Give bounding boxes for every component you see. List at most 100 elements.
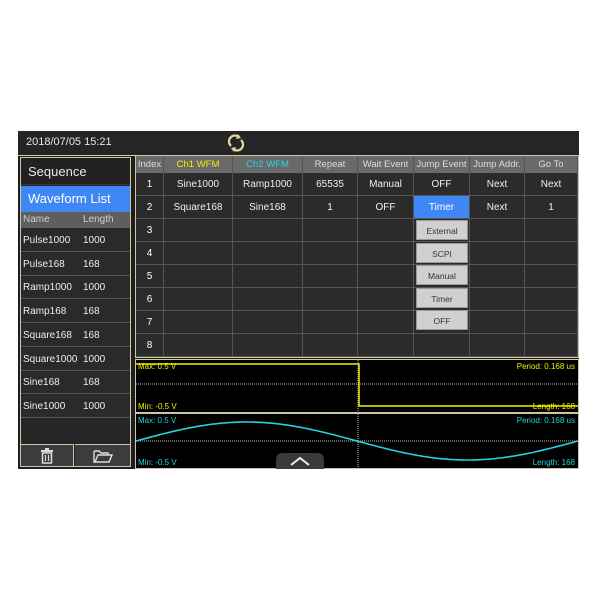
table-cell-repeat[interactable]: 1	[303, 196, 358, 219]
table-cell-wait-event[interactable]	[358, 219, 414, 242]
table-cell-jump-addr[interactable]	[470, 219, 525, 242]
waveform-name: Ramp168	[23, 306, 67, 318]
table-cell-ch2-wfm[interactable]	[233, 242, 303, 265]
table-cell-wait-event[interactable]	[358, 242, 414, 265]
table-cell-go-to[interactable]	[525, 219, 578, 242]
table-cell-ch1-wfm[interactable]	[164, 242, 233, 265]
table-cell-repeat[interactable]: 65535	[303, 173, 358, 196]
row-index: 3	[136, 219, 164, 242]
table-cell-go-to[interactable]	[525, 265, 578, 288]
table-cell-go-to[interactable]	[525, 311, 578, 334]
waveform-list-item[interactable]: Pulse168 168	[21, 252, 130, 276]
table-cell-jump-event[interactable]	[414, 334, 470, 357]
table-cell-jump-addr[interactable]: Next	[470, 173, 525, 196]
waveform-length: 168	[83, 258, 100, 270]
left-panel: Sequence Waveform List Name Length Pulse…	[20, 157, 131, 467]
table-cell-ch1-wfm[interactable]	[164, 219, 233, 242]
table-cell-ch2-wfm[interactable]	[233, 334, 303, 357]
waveform-name: Square168	[23, 329, 72, 341]
waveform-list-tab[interactable]: Waveform List	[21, 186, 130, 212]
table-cell-jump-addr[interactable]	[470, 311, 525, 334]
awg-screen: 2018/07/05 15:21 Sequence Waveform List …	[18, 131, 579, 469]
table-cell-jump-addr[interactable]	[470, 242, 525, 265]
left-panel-buttons	[21, 444, 130, 466]
table-cell-wait-event[interactable]	[358, 288, 414, 311]
ch1-period-label: Period: 0.168 us	[516, 362, 575, 371]
table-cell-ch1-wfm[interactable]	[164, 265, 233, 288]
sequence-tab[interactable]: Sequence	[21, 158, 130, 185]
table-cell-jump-addr[interactable]	[470, 334, 525, 357]
table-cell-ch1-wfm[interactable]	[164, 288, 233, 311]
table-cell-jump-event[interactable]: OFF	[414, 173, 470, 196]
column-name: Name	[23, 214, 50, 225]
dropdown-option-off[interactable]: OFF	[416, 310, 468, 331]
trash-icon	[41, 447, 53, 464]
table-cell-repeat[interactable]	[303, 288, 358, 311]
ch1-max-label: Max: 0.5 V	[138, 362, 177, 371]
table-cell-wait-event[interactable]	[358, 311, 414, 334]
table-cell-repeat[interactable]	[303, 242, 358, 265]
waveform-list-item[interactable]: Square168 168	[21, 323, 130, 347]
table-cell-ch1-wfm[interactable]: Sine1000	[164, 173, 233, 196]
table-cell-repeat[interactable]	[303, 265, 358, 288]
table-cell-jump-addr[interactable]: Next	[470, 196, 525, 219]
table-cell-wait-event[interactable]: Manual	[358, 173, 414, 196]
waveform-list-item[interactable]: Sine168 168	[21, 371, 130, 395]
column-header-ch2-wfm: Ch2 WFM	[233, 156, 303, 173]
dropdown-option-external[interactable]: External	[416, 220, 468, 240]
table-cell-go-to[interactable]	[525, 288, 578, 311]
waveform-length: 1000	[83, 353, 106, 365]
top-bar: 2018/07/05 15:21	[18, 131, 579, 155]
dropdown-option-scpi[interactable]: SCPI	[416, 242, 468, 263]
table-cell-repeat[interactable]	[303, 311, 358, 334]
ch1-waveform-preview: Max: 0.5 V Min: -0.5 V Period: 0.168 us …	[135, 359, 579, 413]
refresh-icon[interactable]	[226, 133, 246, 153]
waveform-list-item[interactable]: Pulse1000 1000	[21, 229, 130, 252]
table-cell-wait-event[interactable]	[358, 265, 414, 288]
column-header-wait-event: Wait Event	[358, 156, 414, 173]
table-cell-ch1-wfm[interactable]	[164, 334, 233, 357]
waveform-length: 1000	[83, 282, 106, 294]
ch1-min-label: Min: -0.5 V	[138, 402, 177, 411]
table-cell-ch2-wfm[interactable]: Ramp1000	[233, 173, 303, 196]
table-cell-wait-event[interactable]: OFF	[358, 196, 414, 219]
table-cell-jump-addr[interactable]	[470, 265, 525, 288]
table-cell-ch2-wfm[interactable]	[233, 311, 303, 334]
collapse-preview-button[interactable]	[276, 453, 324, 469]
table-cell-ch2-wfm[interactable]: Sine168	[233, 196, 303, 219]
column-header-ch1-wfm: Ch1 WFM	[164, 156, 233, 173]
column-header-jump-addr: Jump Addr.	[470, 156, 525, 173]
column-length: Length	[83, 214, 114, 225]
row-index: 4	[136, 242, 164, 265]
dropdown-option-timer[interactable]: Timer	[416, 287, 468, 308]
open-folder-button[interactable]	[75, 444, 130, 466]
table-cell-wait-event[interactable]	[358, 334, 414, 357]
dropdown-option-manual[interactable]: Manual	[416, 265, 468, 286]
table-cell-ch1-wfm[interactable]: Square168	[164, 196, 233, 219]
waveform-list-item[interactable]: Ramp168 168	[21, 300, 130, 324]
column-header-index: Index	[136, 156, 164, 173]
table-cell-go-to[interactable]	[525, 334, 578, 357]
table-cell-ch1-wfm[interactable]	[164, 311, 233, 334]
waveform-list-item[interactable]: Square1000 1000	[21, 347, 130, 371]
table-cell-repeat[interactable]	[303, 334, 358, 357]
waveform-length: 1000	[83, 235, 106, 246]
table-cell-ch2-wfm[interactable]	[233, 219, 303, 242]
delete-button[interactable]	[21, 444, 74, 466]
table-cell-go-to[interactable]: Next	[525, 173, 578, 196]
table-cell-ch2-wfm[interactable]	[233, 288, 303, 311]
waveform-list-item[interactable]: Ramp1000 1000	[21, 276, 130, 300]
table-cell-ch2-wfm[interactable]	[233, 265, 303, 288]
row-index: 1	[136, 173, 164, 196]
table-cell-jump-event[interactable]: Timer	[414, 196, 470, 219]
ch2-length-label: Length: 168	[532, 458, 575, 467]
table-cell-repeat[interactable]	[303, 219, 358, 242]
table-cell-go-to[interactable]	[525, 242, 578, 265]
waveform-name: Sine168	[23, 377, 60, 389]
waveform-length: 168	[83, 377, 100, 389]
sequence-table: Index Ch1 WFM Ch2 WFM Repeat Wait Event Jump …	[135, 155, 579, 358]
waveform-list-item[interactable]: Sine1000 1000	[21, 394, 130, 418]
table-cell-jump-addr[interactable]	[470, 288, 525, 311]
table-cell-go-to[interactable]: 1	[525, 196, 578, 219]
waveform-list-header: Name Length	[21, 212, 130, 228]
